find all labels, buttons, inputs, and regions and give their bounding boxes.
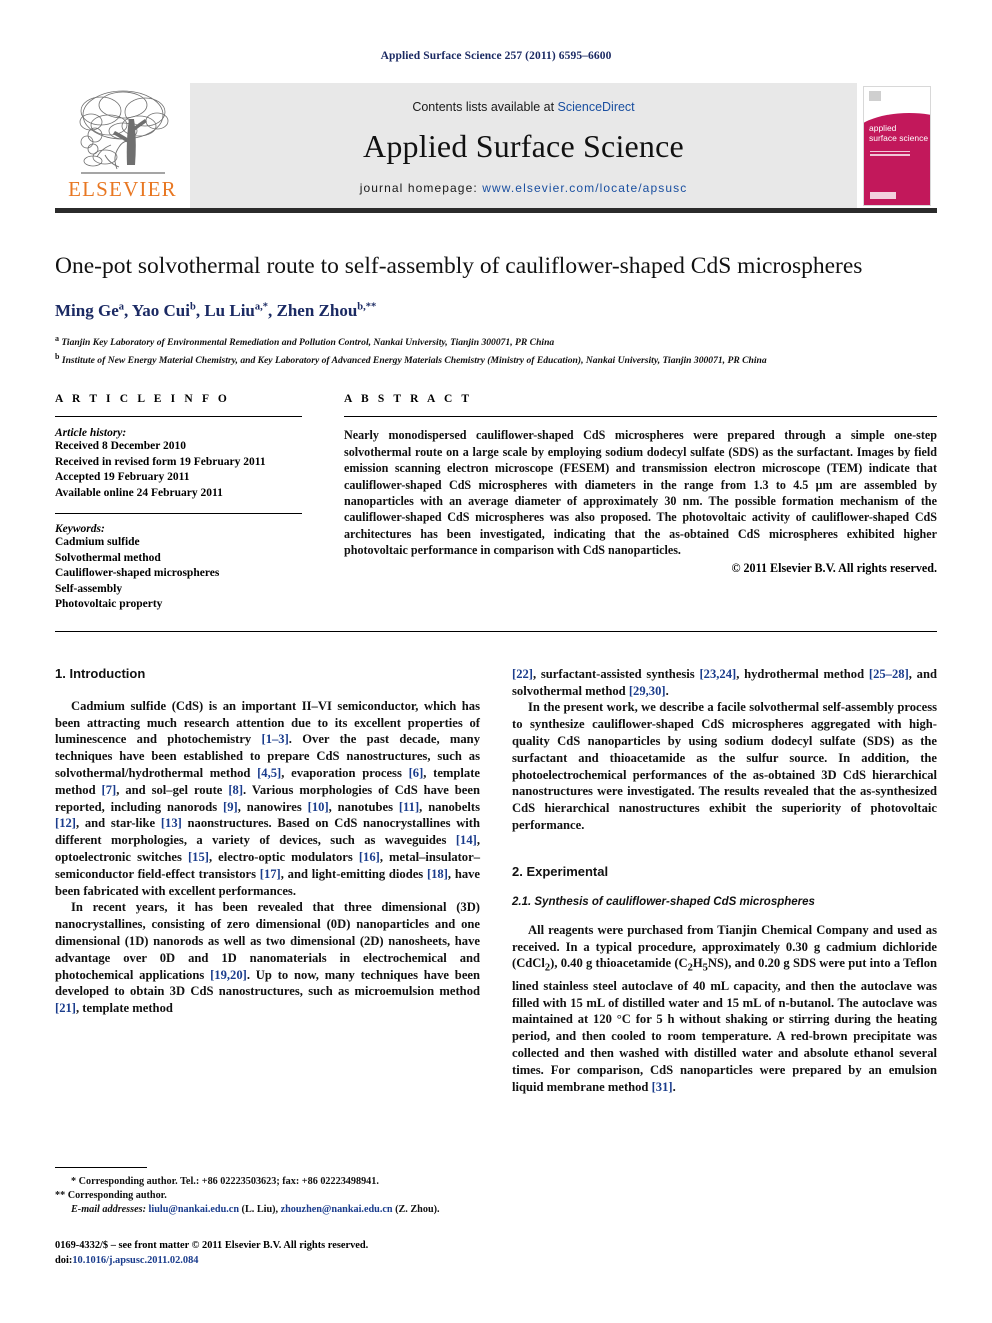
issn-line: 0169-4332/$ – see front matter © 2011 El… — [55, 1240, 369, 1251]
journal-title: Applied Surface Science — [363, 128, 684, 164]
journal-cover-thumbnail[interactable]: applied surface science — [857, 83, 937, 208]
running-head: Applied Surface Science 257 (2011) 6595–… — [380, 50, 612, 62]
email-label: E-mail addresses: — [71, 1204, 146, 1215]
cover-title-line1: applied — [869, 122, 897, 133]
intro-paragraph-2: In recent years, it has been revealed th… — [55, 900, 480, 1016]
contents-available-line: Contents lists available at ScienceDirec… — [412, 100, 634, 114]
list-item: Cauliflower-shaped microspheres — [55, 567, 220, 580]
keywords-label: Keywords: — [55, 523, 105, 536]
intro-paragraph-1: Cadmium sulfide (CdS) is an important II… — [55, 698, 481, 898]
body-column-right: [22], surfactant-assisted synthesis [23,… — [512, 666, 937, 1128]
article-info-heading: A R T I C L E I N F O — [55, 393, 230, 406]
doi-line: doi:10.1016/j.apsusc.2011.02.084 — [55, 1254, 480, 1269]
footnotes-block: * Corresponding author. Tel.: +86 022235… — [55, 1167, 480, 1268]
body-columns: 1. Introduction Cadmium sulfide (CdS) is… — [55, 666, 937, 1128]
page-title: One-pot solvothermal route to self-assem… — [55, 253, 863, 279]
elsevier-wordmark: ELSEVIER — [68, 177, 177, 201]
contents-prefix: Contents lists available at — [412, 100, 558, 114]
email-addresses-note: E-mail addresses: liulu@nankai.edu.cn (L… — [55, 1203, 480, 1217]
list-item: Cadmium sulfide — [55, 536, 140, 549]
list-item: Photovoltaic property — [55, 598, 163, 611]
article-page: Applied Surface Science 257 (2011) 6595–… — [0, 0, 992, 1323]
corresponding-author-note-1: * Corresponding author. Tel.: +86 022235… — [71, 1176, 379, 1187]
list-item: Available online 24 February 2011 — [55, 486, 223, 499]
heading-experimental: 2. Experimental — [512, 863, 609, 879]
body-column-left: 1. Introduction Cadmium sulfide (CdS) is… — [55, 666, 480, 1128]
title-block: One-pot solvothermal route to self-assem… — [55, 213, 937, 367]
author-list: Ming Gea, Yao Cuib, Lu Liua,*, Zhen Zhou… — [55, 301, 377, 320]
journal-banner: Contents lists available at ScienceDirec… — [190, 83, 857, 208]
experimental-paragraph-1: All reagents were purchased from Tianjin… — [512, 922, 938, 1094]
heading-synthesis: 2.1. Synthesis of cauliflower-shaped CdS… — [512, 895, 815, 908]
homepage-url-link[interactable]: www.elsevier.com/locate/apsusc — [482, 181, 687, 195]
email-owner-1: (L. Liu), — [241, 1204, 279, 1215]
elsevier-logo: ELSEVIER — [55, 83, 190, 208]
doi-link[interactable]: 10.1016/j.apsusc.2011.02.084 — [72, 1255, 198, 1266]
cover-title-line2: surface science — [869, 132, 929, 143]
heading-introduction: 1. Introduction — [55, 665, 146, 681]
corresponding-author-note-2: ** Corresponding author. — [55, 1190, 167, 1201]
homepage-label: journal homepage: — [359, 181, 483, 195]
cover-image: applied surface science — [863, 85, 931, 206]
article-info-column: A R T I C L E I N F O Article history: R… — [55, 393, 302, 613]
list-item: Received in revised form 19 February 201… — [55, 455, 266, 468]
article-history-label: Article history: — [55, 427, 127, 440]
footnote-divider — [55, 1167, 147, 1168]
divider — [55, 416, 302, 418]
doi-label: doi: — [55, 1254, 73, 1266]
email-owner-2: (Z. Zhou). — [395, 1204, 440, 1215]
cover-text-lines — [870, 150, 910, 158]
keywords-list: Cadmium sulfide Solvothermal method Caulif… — [55, 535, 302, 613]
journal-masthead: ELSEVIER Contents lists available at Sci… — [55, 83, 937, 213]
list-item: Self-assembly — [55, 582, 123, 595]
info-abstract-block: A R T I C L E I N F O Article history: R… — [55, 393, 937, 631]
cover-title: applied surface science — [869, 122, 930, 143]
sciencedirect-link[interactable]: ScienceDirect — [558, 100, 635, 114]
abstract-text: Nearly monodispersed cauliflower-shaped … — [344, 428, 937, 558]
divider — [55, 513, 302, 515]
section-divider — [55, 630, 937, 632]
email-link-1[interactable]: liulu@nankai.edu.cn — [149, 1204, 239, 1215]
copyright-line: © 2011 Elsevier B.V. All rights reserved… — [731, 560, 937, 575]
intro-paragraph-2-continued: [22], surfactant-assisted synthesis [23,… — [512, 666, 937, 698]
issn-block: 0169-4332/$ – see front matter © 2011 El… — [55, 1239, 480, 1268]
affiliation-a: a Tianjin Key Laboratory of Environmenta… — [55, 334, 555, 349]
abstract-column: A B S T R A C T Nearly monodispersed cau… — [344, 393, 937, 613]
cover-top-mark — [869, 90, 881, 101]
intro-paragraph-3: In the present work, we describe a facil… — [512, 700, 937, 833]
affiliation-b: b Institute of New Energy Material Chemi… — [55, 351, 767, 366]
journal-homepage-line: journal homepage: www.elsevier.com/locat… — [360, 181, 688, 195]
cover-publisher-mark — [870, 191, 896, 199]
divider — [344, 416, 937, 418]
list-item: Solvothermal method — [55, 551, 161, 564]
email-link-2[interactable]: zhouzhen@nankai.edu.cn — [281, 1204, 393, 1215]
elsevier-tree-icon — [79, 90, 168, 174]
article-history-list: Received 8 December 2010 Received in revi… — [55, 439, 302, 501]
abstract-heading: A B S T R A C T — [344, 393, 473, 406]
list-item: Accepted 19 February 2011 — [55, 471, 190, 484]
list-item: Received 8 December 2010 — [55, 440, 187, 453]
